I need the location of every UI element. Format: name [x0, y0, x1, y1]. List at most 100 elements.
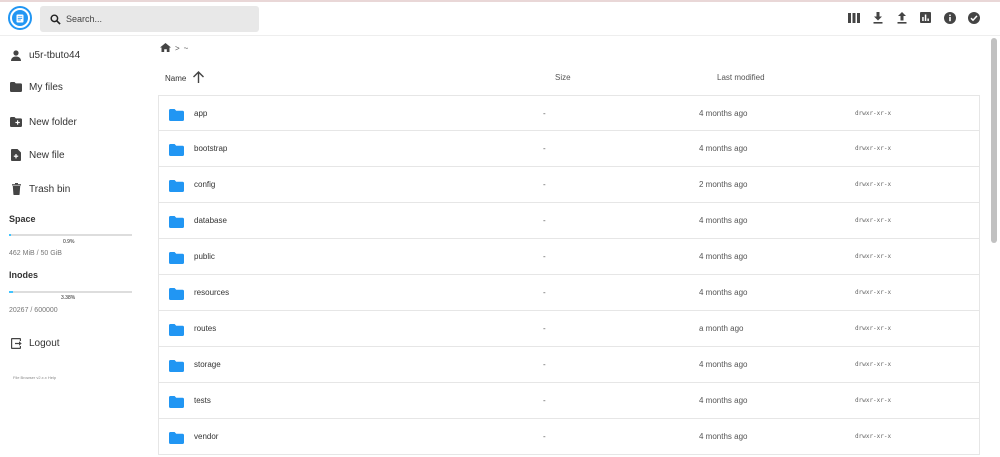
folder-icon [169, 395, 184, 408]
file-size: - [543, 144, 546, 153]
sidebar-item-user[interactable]: u5r-tbuto44 [10, 47, 80, 63]
sidebar-new-folder-label: New folder [29, 116, 77, 128]
file-modified: 4 months ago [699, 144, 748, 153]
inodes-usage-text: 20267 / 600000 [9, 307, 58, 314]
file-size: - [543, 360, 546, 369]
breadcrumb-current[interactable]: ~ [184, 44, 189, 53]
search-input[interactable] [66, 14, 246, 24]
file-permissions: drwxr-xr-x [855, 397, 892, 404]
file-permissions: drwxr-xr-x [855, 145, 892, 152]
file-name: resources [194, 288, 230, 297]
file-name: bootstrap [194, 144, 228, 153]
sidebar-my-files-label: My files [29, 81, 63, 93]
file-modified: 4 months ago [699, 216, 748, 225]
folder-icon [169, 143, 184, 156]
file-size: - [543, 288, 546, 297]
sort-by-name[interactable]: Name [165, 71, 205, 85]
file-name: tests [194, 396, 211, 405]
file-size: - [543, 252, 546, 261]
file-size: - [543, 180, 546, 189]
file-size: - [543, 396, 546, 405]
file-size: - [543, 109, 546, 118]
switch-view-icon[interactable] [847, 11, 860, 24]
download-icon[interactable] [871, 11, 884, 24]
file-list: app - 4 months ago drwxr-xr-x bootstrap - 4 mo… [158, 95, 980, 455]
file-name: vendor [194, 432, 219, 441]
file-name: routes [194, 324, 217, 333]
file-modified: 4 months ago [699, 360, 748, 369]
folder-icon [169, 215, 184, 228]
file-permissions: drwxr-xr-x [855, 110, 892, 117]
sidebar-item-my-files[interactable]: My files [10, 79, 63, 95]
app-logo[interactable] [8, 6, 32, 30]
column-modified-label[interactable]: Last modified [717, 73, 765, 82]
sidebar-item-new-file[interactable]: New file [10, 147, 65, 163]
info-icon[interactable] [943, 11, 956, 24]
table-row[interactable]: routes - a month ago drwxr-xr-x [158, 311, 980, 347]
inodes-progress-fill [9, 291, 14, 293]
sidebar-item-trash-bin[interactable]: Trash bin [10, 181, 70, 197]
file-name: config [194, 180, 216, 189]
folder-icon [169, 287, 184, 300]
sidebar-user-label: u5r-tbuto44 [29, 49, 81, 61]
file-permissions: drwxr-xr-x [855, 289, 892, 296]
file-logo-icon [12, 10, 28, 26]
table-row[interactable]: public - 4 months ago drwxr-xr-x [158, 239, 980, 275]
select-multiple-icon[interactable] [967, 11, 980, 24]
file-modified: a month ago [699, 324, 744, 333]
sidebar-new-file-label: New file [29, 149, 65, 161]
column-size-label[interactable]: Size [555, 73, 571, 82]
folder-icon [10, 81, 22, 93]
scrollbar[interactable] [990, 38, 998, 457]
space-percent: 0.9% [63, 239, 75, 245]
file-modified: 4 months ago [699, 109, 748, 118]
table-row[interactable]: app - 4 months ago drwxr-xr-x [158, 95, 980, 131]
space-progress-fill [9, 234, 12, 236]
breadcrumb: > ~ [160, 43, 188, 54]
file-permissions: drwxr-xr-x [855, 325, 892, 332]
table-row[interactable]: storage - 4 months ago drwxr-xr-x [158, 347, 980, 383]
file-size: - [543, 216, 546, 225]
sidebar-item-new-folder[interactable]: New folder [10, 114, 77, 130]
table-row[interactable]: config - 2 months ago drwxr-xr-x [158, 167, 980, 203]
file-list-header: Name Size Last modified [158, 68, 980, 88]
create-folder-icon [10, 116, 22, 128]
person-icon [10, 49, 22, 61]
table-row[interactable]: resources - 4 months ago drwxr-xr-x [158, 275, 980, 311]
info-chart-icon[interactable] [919, 11, 932, 24]
inodes-progress-bar [9, 291, 132, 293]
search-box[interactable] [40, 6, 259, 32]
breadcrumb-separator: > [175, 44, 180, 53]
table-row[interactable]: vendor - 4 months ago drwxr-xr-x [158, 419, 980, 455]
file-permissions: drwxr-xr-x [855, 361, 892, 368]
folder-icon [169, 108, 184, 121]
table-row[interactable]: tests - 4 months ago drwxr-xr-x [158, 383, 980, 419]
file-permissions: drwxr-xr-x [855, 217, 892, 224]
sidebar-trash-bin-label: Trash bin [29, 183, 71, 195]
sidebar: u5r-tbuto44 My files New folder New file… [0, 37, 145, 457]
app-header [0, 2, 1000, 36]
file-size: - [543, 324, 546, 333]
logout-icon [10, 337, 22, 349]
arrow-up-icon [193, 71, 205, 85]
scrollbar-thumb[interactable] [991, 38, 997, 243]
table-row[interactable]: bootstrap - 4 months ago drwxr-xr-x [158, 131, 980, 167]
upload-icon[interactable] [895, 11, 908, 24]
file-size: - [543, 432, 546, 441]
space-title: Space [9, 214, 36, 224]
file-permissions: drwxr-xr-x [855, 253, 892, 260]
space-progress-bar [9, 234, 132, 236]
space-usage-text: 462 MiB / 50 GiB [9, 250, 62, 257]
version-text: File Browser v2.x.x Help [13, 375, 57, 380]
sidebar-item-logout[interactable]: Logout [10, 335, 60, 351]
file-permissions: drwxr-xr-x [855, 433, 892, 440]
inodes-percent: 3.38% [61, 295, 76, 301]
note-add-icon [10, 149, 22, 161]
file-name: database [194, 216, 227, 225]
file-modified: 2 months ago [699, 180, 748, 189]
folder-icon [169, 179, 184, 192]
folder-icon [169, 323, 184, 336]
home-icon[interactable] [160, 43, 171, 54]
file-name: public [194, 252, 215, 261]
table-row[interactable]: database - 4 months ago drwxr-xr-x [158, 203, 980, 239]
